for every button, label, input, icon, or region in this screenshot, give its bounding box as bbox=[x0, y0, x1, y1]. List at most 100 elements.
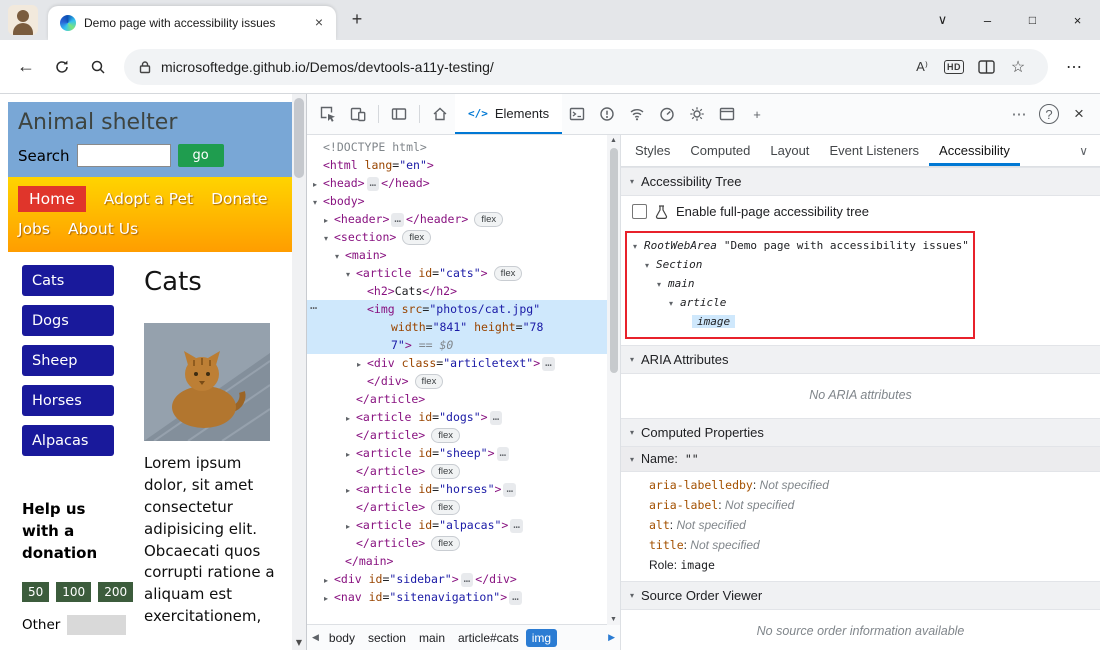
url-bar[interactable]: microsoftedge.github.io/Demos/devtools-a… bbox=[124, 48, 1048, 85]
collapse-arrow-icon[interactable]: ▾ bbox=[669, 294, 680, 313]
tree-line[interactable]: ▸ <article id="alpacas">… bbox=[307, 516, 620, 534]
go-button[interactable]: go bbox=[177, 144, 224, 167]
network-button[interactable] bbox=[622, 99, 652, 129]
breadcrumb-left-arrow-icon[interactable]: ◀ bbox=[309, 632, 322, 643]
page-scrollbar-thumb[interactable] bbox=[294, 98, 304, 178]
nav-item-donate[interactable]: Donate bbox=[211, 190, 267, 208]
name-property-row[interactable]: ▾ Name: "" bbox=[621, 447, 1100, 472]
aria-attributes-section-header[interactable]: ▾ ARIA Attributes bbox=[621, 345, 1100, 374]
search-button[interactable] bbox=[80, 50, 116, 84]
category-button-cats[interactable]: Cats bbox=[22, 265, 114, 296]
other-amount-input[interactable] bbox=[67, 614, 126, 635]
category-button-dogs[interactable]: Dogs bbox=[22, 305, 114, 336]
flex-badge[interactable]: flex bbox=[431, 464, 461, 479]
flex-badge[interactable]: flex bbox=[414, 374, 444, 389]
flex-badge[interactable]: flex bbox=[431, 500, 461, 515]
elements-scroll-down-icon[interactable]: ▼ bbox=[607, 616, 620, 623]
nav-item-home[interactable]: Home bbox=[18, 186, 86, 212]
enhance-images-button[interactable]: HD bbox=[938, 52, 970, 82]
tree-line[interactable]: </article> flex bbox=[307, 498, 620, 516]
collapse-arrow-icon[interactable]: ▾ bbox=[657, 275, 668, 294]
elements-scrollbar-thumb[interactable] bbox=[609, 148, 618, 373]
tree-line[interactable]: ▾ <section> flex bbox=[307, 228, 620, 246]
elements-scroll-up-icon[interactable]: ▲ bbox=[607, 137, 620, 144]
flex-badge[interactable]: flex bbox=[431, 536, 461, 551]
donation-amount-button[interactable]: 50 bbox=[22, 581, 50, 602]
source-order-section-header[interactable]: ▾ Source Order Viewer bbox=[621, 581, 1100, 610]
devtools-close-icon[interactable]: × bbox=[1064, 99, 1094, 129]
flex-badge[interactable]: flex bbox=[402, 230, 432, 245]
minimize-button[interactable]: – bbox=[965, 0, 1010, 40]
browser-more-menu-icon[interactable]: ⋯ bbox=[1056, 50, 1092, 84]
tree-line[interactable]: ▸ <article id="sheep">… bbox=[307, 444, 620, 462]
tree-line[interactable]: <html lang="en"> bbox=[307, 156, 620, 174]
close-window-button[interactable]: × bbox=[1055, 0, 1100, 40]
enable-a11y-tree-checkbox[interactable] bbox=[632, 204, 647, 219]
nav-item-jobs[interactable]: Jobs bbox=[18, 220, 50, 238]
tree-line[interactable]: ▸ <nav id="sitenavigation">… bbox=[307, 588, 620, 606]
devtools-help-button[interactable]: ? bbox=[1034, 99, 1064, 129]
node-menu-icon[interactable]: … bbox=[310, 296, 318, 314]
inline-expand-icon[interactable]: … bbox=[366, 177, 380, 191]
tree-line[interactable]: ▸ <article id="dogs">… bbox=[307, 408, 620, 426]
accessibility-tree-section-header[interactable]: ▾ Accessibility Tree bbox=[621, 167, 1100, 196]
devtools-more-menu-icon[interactable]: ⋯ bbox=[1004, 99, 1034, 129]
nav-item-adopt-a-pet[interactable]: Adopt a Pet bbox=[104, 190, 193, 208]
add-tools-button[interactable]: + bbox=[742, 99, 772, 129]
settings-button[interactable] bbox=[682, 99, 712, 129]
inline-expand-icon[interactable]: … bbox=[509, 591, 522, 605]
ax-tree-node[interactable]: ▾ article bbox=[631, 293, 1100, 312]
tab-layout[interactable]: Layout bbox=[760, 135, 819, 166]
tab-styles[interactable]: Styles bbox=[625, 135, 680, 166]
flex-badge[interactable]: flex bbox=[474, 212, 504, 227]
read-aloud-button[interactable]: A⁾ bbox=[906, 52, 938, 82]
application-button[interactable] bbox=[712, 99, 742, 129]
page-scroll-down-icon[interactable]: ▼ bbox=[292, 638, 306, 647]
inline-expand-icon[interactable]: … bbox=[503, 483, 517, 497]
inline-expand-icon[interactable]: … bbox=[496, 447, 510, 461]
inline-expand-icon[interactable]: … bbox=[489, 411, 503, 425]
tree-line[interactable]: ▸ <div id="sidebar">… </div> bbox=[307, 570, 620, 588]
tree-line[interactable]: <!DOCTYPE html> bbox=[307, 138, 620, 156]
category-button-alpacas[interactable]: Alpacas bbox=[22, 425, 114, 456]
computed-properties-section-header[interactable]: ▾ Computed Properties bbox=[621, 418, 1100, 447]
tree-line[interactable]: ▸ <article id="horses">… bbox=[307, 480, 620, 498]
flex-badge[interactable]: flex bbox=[431, 428, 461, 443]
device-emulation-button[interactable] bbox=[343, 99, 373, 129]
tree-line[interactable]: ▾ <main> bbox=[307, 246, 620, 264]
tree-line[interactable]: ▾ <article id="cats"> flex bbox=[307, 264, 620, 282]
refresh-button[interactable] bbox=[44, 50, 80, 84]
tree-line[interactable]: ▸ <header>… </header> flex bbox=[307, 210, 620, 228]
breadcrumb-item-article-cats[interactable]: article#cats bbox=[452, 629, 525, 647]
tree-line[interactable]: width="841" height="78 bbox=[307, 318, 620, 336]
ax-tree-node[interactable]: ▾ RootWebArea "Demo page with accessibilit… bbox=[631, 236, 1100, 255]
breadcrumb-right-arrow-icon[interactable]: ▶ bbox=[605, 632, 618, 643]
elements-panel-tab[interactable]: </> Elements bbox=[455, 94, 563, 134]
expand-arrow-icon[interactable]: ▸ bbox=[324, 590, 334, 608]
collapse-arrow-icon[interactable]: ▾ bbox=[633, 237, 644, 256]
page-search-input[interactable] bbox=[76, 144, 171, 167]
tab-accessibility[interactable]: Accessibility bbox=[929, 135, 1020, 166]
ax-tree-node[interactable]: ▾ main bbox=[631, 274, 1100, 293]
performance-button[interactable] bbox=[652, 99, 682, 129]
ax-tree-node[interactable]: ▾ Section bbox=[631, 255, 1100, 274]
favorites-star-icon[interactable]: ☆ bbox=[1002, 52, 1034, 82]
page-scrollbar[interactable]: ▼ bbox=[292, 94, 306, 650]
inline-expand-icon[interactable]: … bbox=[510, 519, 523, 533]
breadcrumb-item-main[interactable]: main bbox=[413, 629, 451, 647]
home-button[interactable] bbox=[425, 99, 455, 129]
tab-computed[interactable]: Computed bbox=[680, 135, 760, 166]
nav-item-about-us[interactable]: About Us bbox=[68, 220, 138, 238]
tree-line[interactable]: <h2>Cats</h2> bbox=[307, 282, 620, 300]
breadcrumb-item-body[interactable]: body bbox=[323, 629, 361, 647]
back-button[interactable]: ← bbox=[8, 50, 44, 84]
focus-mode-button[interactable] bbox=[384, 99, 414, 129]
maximize-button[interactable]: □ bbox=[1010, 0, 1055, 40]
tab-event-listeners[interactable]: Event Listeners bbox=[819, 135, 929, 166]
breadcrumb-item-section[interactable]: section bbox=[362, 629, 412, 647]
ax-tree-node[interactable]: image bbox=[631, 312, 1100, 331]
browser-tab[interactable]: Demo page with accessibility issues × bbox=[48, 6, 336, 40]
inline-expand-icon[interactable]: … bbox=[391, 213, 405, 227]
tree-line[interactable]: </article> flex bbox=[307, 534, 620, 552]
flex-badge[interactable]: flex bbox=[493, 266, 523, 281]
